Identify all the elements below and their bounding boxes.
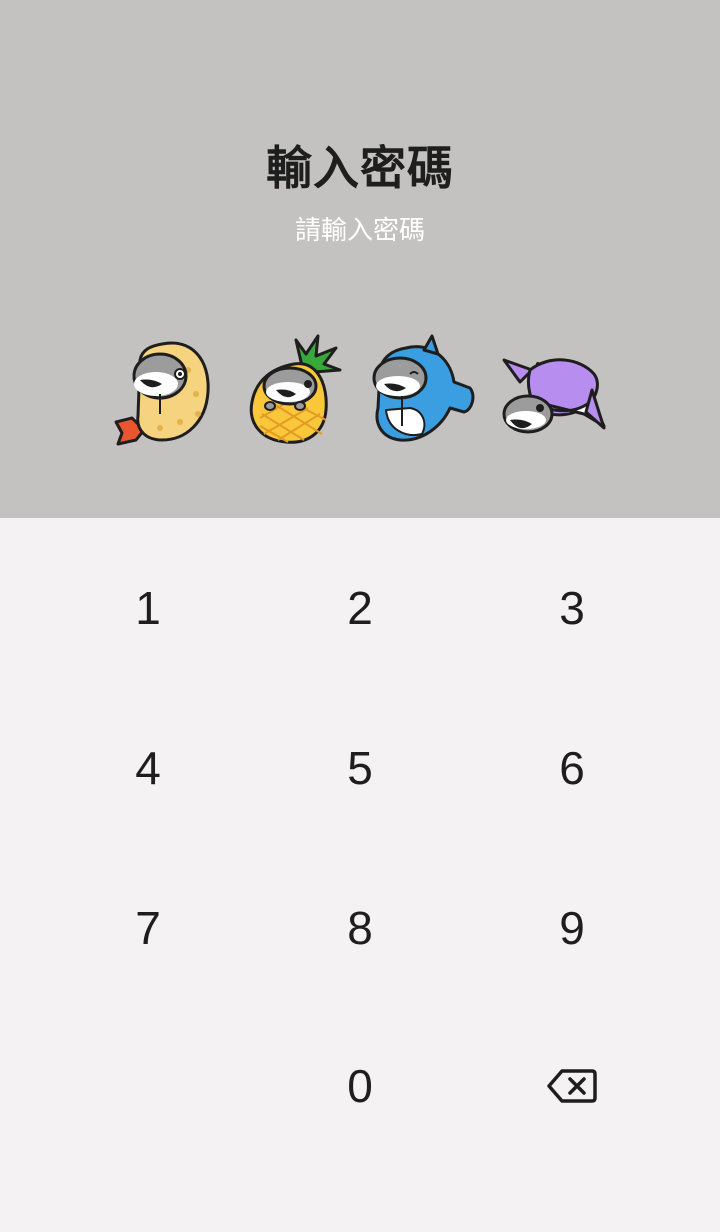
backspace-button[interactable] bbox=[482, 1016, 662, 1156]
key-9[interactable]: 9 bbox=[482, 858, 662, 998]
key-2[interactable]: 2 bbox=[270, 538, 450, 678]
numeric-keypad: 1 2 3 4 5 6 7 8 9 0 bbox=[0, 518, 720, 1232]
key-0[interactable]: 0 bbox=[270, 1016, 450, 1156]
pin-indicator-row bbox=[0, 330, 720, 455]
key-4[interactable]: 4 bbox=[58, 698, 238, 838]
purple-fish-character-icon bbox=[502, 358, 606, 434]
key-5[interactable]: 5 bbox=[270, 698, 450, 838]
page-title: 輸入密碼 bbox=[266, 141, 454, 195]
backspace-icon bbox=[547, 1069, 597, 1103]
pineapple-character-icon bbox=[249, 334, 342, 444]
key-8[interactable]: 8 bbox=[270, 858, 450, 998]
shark-character-icon bbox=[372, 334, 475, 442]
page-subtitle: 請輸入密碼 bbox=[294, 216, 425, 246]
key-6[interactable]: 6 bbox=[482, 698, 662, 838]
key-3[interactable]: 3 bbox=[482, 538, 662, 678]
fried-shrimp-character-icon bbox=[114, 341, 210, 446]
key-1[interactable]: 1 bbox=[58, 538, 238, 678]
key-7[interactable]: 7 bbox=[58, 858, 238, 998]
passcode-header: 輸入密碼 請輸入密碼 bbox=[0, 0, 720, 518]
